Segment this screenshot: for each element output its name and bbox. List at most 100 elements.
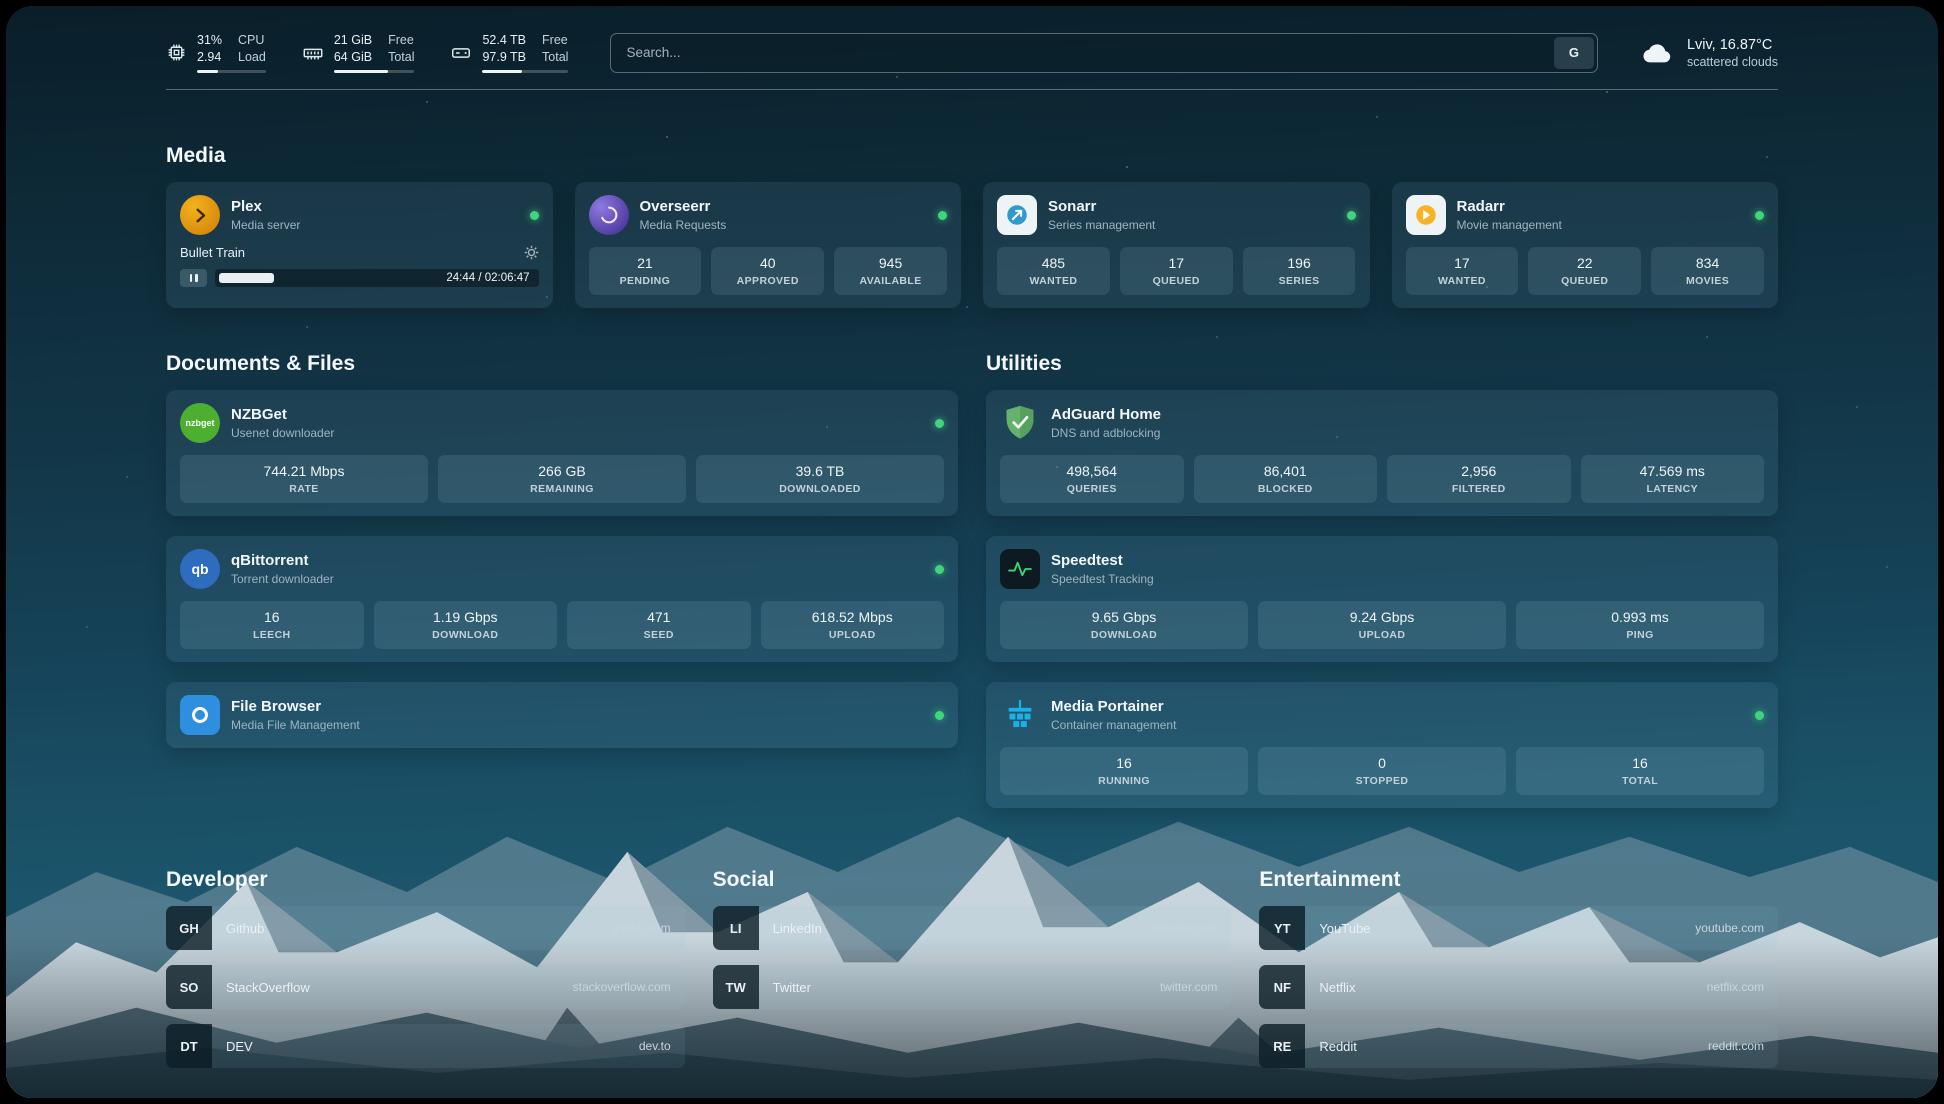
section-title-documents: Documents & Files (166, 352, 958, 376)
disk-free-value: 52.4 TB (482, 32, 526, 48)
dashboard: 31% CPU 2.94 Load (6, 6, 1938, 1098)
cpu-label-bottom: Load (238, 49, 266, 65)
status-indicator (530, 211, 539, 220)
stat: 0STOPPED (1258, 747, 1506, 795)
qbittorrent-icon: qb (180, 549, 220, 589)
section-entertainment: Entertainment YT YouTube youtube.com NF … (1259, 868, 1778, 1083)
settings-gear-icon[interactable] (524, 245, 539, 260)
bookmark-linkedin[interactable]: LI LinkedIn linkedin.com (713, 906, 1232, 950)
card-qbittorrent[interactable]: qb qBittorrent Torrent downloader (166, 536, 958, 662)
portainer-subtitle: Container management (1051, 718, 1176, 732)
cloud-icon (1640, 38, 1676, 68)
bookmark-reddit[interactable]: RE Reddit reddit.com (1259, 1024, 1778, 1068)
overseerr-icon (589, 195, 629, 235)
cpu-usage-value: 31% (197, 32, 222, 48)
section-title-media: Media (166, 144, 1778, 168)
pause-button[interactable] (180, 269, 207, 287)
cpu-metric: 31% CPU 2.94 Load (166, 32, 266, 73)
twitter-icon: TW (713, 965, 759, 1009)
adguard-subtitle: DNS and adblocking (1051, 426, 1161, 440)
section-utilities: Utilities (986, 352, 1778, 808)
search-provider-button[interactable]: G (1554, 37, 1594, 69)
bookmark-youtube[interactable]: YT YouTube youtube.com (1259, 906, 1778, 950)
card-filebrowser[interactable]: File Browser Media File Management (166, 682, 958, 748)
stat: 498,564QUERIES (1000, 455, 1184, 503)
radarr-title: Radarr (1457, 198, 1562, 216)
adguard-title: AdGuard Home (1051, 406, 1161, 424)
weather-location: Lviv, 16.87°C (1687, 36, 1778, 54)
stat: 86,401BLOCKED (1194, 455, 1378, 503)
stat: 16LEECH (180, 601, 364, 649)
card-adguard[interactable]: AdGuard Home DNS and adblocking 498,564Q… (986, 390, 1778, 516)
filebrowser-icon (180, 695, 220, 735)
stat: 1.19 GbpsDOWNLOAD (374, 601, 558, 649)
status-indicator (1347, 211, 1356, 220)
plex-subtitle: Media server (231, 218, 300, 232)
header-divider (166, 89, 1778, 90)
card-radarr[interactable]: Radarr Movie management 17WANTED 22QUEUE… (1392, 182, 1779, 308)
bookmark-dev[interactable]: DT DEV dev.to (166, 1024, 685, 1068)
stat: 196SERIES (1243, 247, 1356, 295)
card-overseerr[interactable]: Overseerr Media Requests 21PENDING 40APP… (575, 182, 962, 308)
stat: 618.52 MbpsUPLOAD (761, 601, 945, 649)
stat: 485WANTED (997, 247, 1110, 295)
stat: 834MOVIES (1651, 247, 1764, 295)
stat: 40APPROVED (711, 247, 824, 295)
sonarr-icon (997, 195, 1037, 235)
section-title-social: Social (713, 868, 1232, 892)
memory-metric: 21 GiB Free 64 GiB Total (302, 32, 415, 73)
section-title-developer: Developer (166, 868, 685, 892)
stat: 471SEED (567, 601, 751, 649)
status-indicator (935, 711, 944, 720)
disk-label-bottom: Total (542, 49, 568, 65)
memory-free-value: 21 GiB (334, 32, 372, 48)
stat: 17QUEUED (1120, 247, 1233, 295)
overseerr-title: Overseerr (640, 198, 727, 216)
bookmark-netflix[interactable]: NF Netflix netflix.com (1259, 965, 1778, 1009)
stat: 47.569 msLATENCY (1581, 455, 1765, 503)
nzbget-icon: nzbget (180, 403, 220, 443)
stat: 744.21 MbpsRATE (180, 455, 428, 503)
search-input[interactable] (614, 45, 1554, 60)
card-plex[interactable]: Plex Media server Bullet Train (166, 182, 553, 308)
playback-time: 24:44 / 02:06:47 (446, 272, 538, 284)
section-developer: Developer GH Github github.com SO StackO… (166, 868, 685, 1083)
memory-usage-bar (334, 70, 415, 73)
stat: 9.65 GbpsDOWNLOAD (1000, 601, 1248, 649)
bookmark-twitter[interactable]: TW Twitter twitter.com (713, 965, 1232, 1009)
qbittorrent-subtitle: Torrent downloader (231, 572, 334, 586)
nzbget-title: NZBGet (231, 406, 334, 424)
disk-label-top: Free (542, 32, 568, 48)
card-sonarr[interactable]: Sonarr Series management 485WANTED 17QUE… (983, 182, 1370, 308)
stat: 2,956FILTERED (1387, 455, 1571, 503)
playback-progress-bar[interactable]: 24:44 / 02:06:47 (215, 269, 539, 287)
section-documents: Documents & Files nzbget NZBGet Usenet d… (166, 352, 958, 808)
status-indicator (935, 565, 944, 574)
section-media: Media Plex Media server (166, 144, 1778, 308)
app-frame: 31% CPU 2.94 Load (0, 0, 1944, 1104)
radarr-subtitle: Movie management (1457, 218, 1562, 232)
system-metrics: 31% CPU 2.94 Load (166, 32, 568, 73)
overseerr-subtitle: Media Requests (640, 218, 727, 232)
weather-condition: scattered clouds (1687, 54, 1778, 70)
speedtest-icon (1000, 549, 1040, 589)
bookmark-stackoverflow[interactable]: SO StackOverflow stackoverflow.com (166, 965, 685, 1009)
status-indicator (1755, 711, 1764, 720)
status-indicator (935, 419, 944, 428)
bookmark-github[interactable]: GH Github github.com (166, 906, 685, 950)
nzbget-subtitle: Usenet downloader (231, 426, 334, 440)
speedtest-title: Speedtest (1051, 552, 1154, 570)
card-nzbget[interactable]: nzbget NZBGet Usenet downloader (166, 390, 958, 516)
card-portainer[interactable]: Media Portainer Container management 16R… (986, 682, 1778, 808)
portainer-title: Media Portainer (1051, 698, 1176, 716)
disk-total-value: 97.9 TB (482, 49, 526, 65)
stat: 266 GBREMAINING (438, 455, 686, 503)
filebrowser-subtitle: Media File Management (231, 718, 360, 732)
cpu-icon (166, 42, 187, 63)
card-speedtest[interactable]: Speedtest Speedtest Tracking 9.65 GbpsDO… (986, 536, 1778, 662)
section-social: Social LI LinkedIn linkedin.com TW Twitt… (713, 868, 1232, 1083)
dev-icon: DT (166, 1024, 212, 1068)
search-bar: G (610, 33, 1598, 73)
stat: 945AVAILABLE (834, 247, 947, 295)
adguard-icon (1000, 403, 1040, 443)
